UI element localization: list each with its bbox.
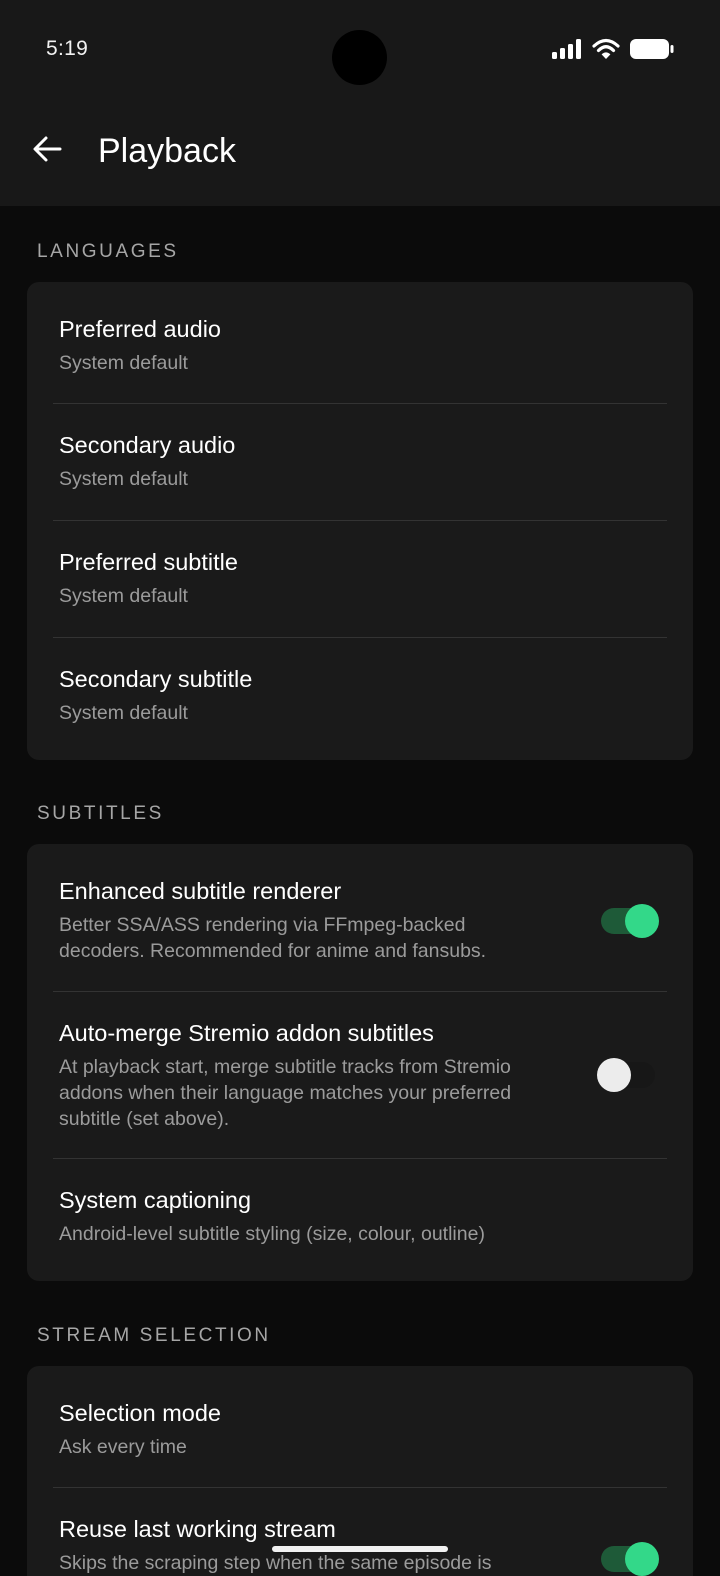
row-value: System default [59, 585, 188, 607]
row-title: Enhanced subtitle renderer [59, 878, 342, 904]
section-header-subtitles: SUBTITLES [37, 803, 164, 824]
arrow-left-icon [32, 135, 62, 168]
row-system-captioning[interactable]: System captioning Android-level subtitle… [27, 1159, 693, 1281]
status-icons [552, 38, 674, 60]
section-header-languages: LANGUAGES [37, 241, 179, 262]
cellular-signal-icon [552, 39, 582, 59]
row-title: System captioning [59, 1187, 252, 1213]
description-line: subtitle (set above). [59, 1108, 230, 1130]
wifi-icon [592, 38, 620, 60]
languages-card: Preferred audio System default Secondary… [27, 282, 693, 760]
page-title: Playback [98, 132, 236, 170]
auto-merge-toggle[interactable] [597, 1058, 655, 1092]
enhanced-renderer-toggle[interactable] [601, 904, 659, 938]
row-preferred-audio[interactable]: Preferred audio System default [27, 282, 693, 403]
row-selection-mode[interactable]: Selection mode Ask every time [27, 1366, 693, 1487]
row-enhanced-subtitle-renderer[interactable]: Enhanced subtitle renderer Better SSA/AS… [27, 844, 693, 991]
stream-selection-card: Selection mode Ask every time Reuse last… [27, 1366, 693, 1576]
row-title: Selection mode [59, 1400, 221, 1426]
row-reuse-last-working-stream[interactable]: Reuse last working stream Skips the scra… [27, 1488, 693, 1576]
battery-icon [630, 38, 674, 60]
row-title: Auto-merge Stremio addon subtitles [59, 1020, 434, 1046]
toggle-knob [625, 904, 659, 938]
description-line: At playback start, merge subtitle tracks… [59, 1056, 511, 1078]
row-value: Ask every time [59, 1436, 187, 1458]
row-title: Preferred audio [59, 316, 221, 342]
row-value: System default [59, 352, 188, 374]
description-line: addons when their language matches your … [59, 1082, 512, 1104]
status-time: 5:19 [46, 37, 89, 60]
screen: 5:19 Playback LANGUAGES Preferred audio … [0, 0, 720, 1576]
camera-cutout [332, 30, 387, 85]
description-line: decoders. Recommended for anime and fans… [59, 940, 487, 962]
row-value: System default [59, 702, 188, 724]
row-description: Better SSA/ASS rendering via FFmpeg-back… [59, 912, 573, 964]
row-value: System default [59, 468, 188, 490]
subtitles-card: Enhanced subtitle renderer Better SSA/AS… [27, 844, 693, 1281]
row-secondary-audio[interactable]: Secondary audio System default [27, 404, 693, 520]
toggle-knob [597, 1058, 631, 1092]
reuse-stream-toggle[interactable] [601, 1542, 659, 1576]
row-title: Reuse last working stream [59, 1516, 336, 1542]
status-bar: 5:19 [0, 0, 720, 100]
row-secondary-subtitle[interactable]: Secondary subtitle System default [27, 638, 693, 760]
row-description: At playback start, merge subtitle tracks… [59, 1054, 573, 1132]
back-button[interactable] [22, 126, 72, 176]
row-title: Preferred subtitle [59, 549, 238, 575]
app-bar: Playback [0, 110, 720, 200]
row-title: Secondary audio [59, 432, 236, 458]
row-description: Skips the scraping step when the same ep… [59, 1552, 492, 1574]
row-description: Android-level subtitle styling (size, co… [59, 1223, 485, 1245]
section-header-stream-selection: STREAM SELECTION [37, 1325, 271, 1346]
description-line: Better SSA/ASS rendering via FFmpeg-back… [59, 914, 466, 936]
home-indicator [272, 1546, 448, 1552]
row-preferred-subtitle[interactable]: Preferred subtitle System default [27, 521, 693, 637]
row-title: Secondary subtitle [59, 666, 253, 692]
toggle-knob [625, 1542, 659, 1576]
row-auto-merge-addon-subtitles[interactable]: Auto-merge Stremio addon subtitles At pl… [27, 992, 693, 1158]
